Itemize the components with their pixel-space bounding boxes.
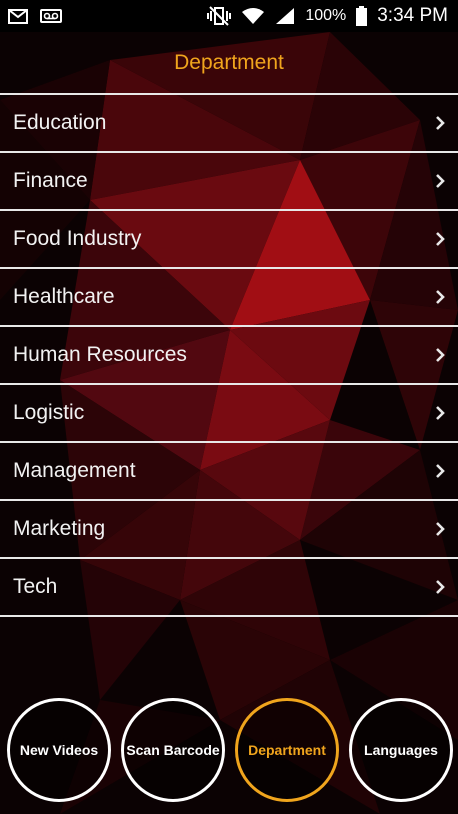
bottom-nav: New Videos Scan Barcode Department Langu… — [0, 695, 458, 809]
scan-barcode-button[interactable]: Scan Barcode — [121, 698, 225, 802]
nav-label: New Videos — [19, 742, 99, 758]
department-label: Management — [13, 459, 136, 482]
chevron-right-icon — [436, 464, 445, 478]
nav-label: Department — [248, 742, 326, 758]
chevron-right-icon — [436, 290, 445, 304]
header: Department — [0, 32, 458, 93]
department-label: Human Resources — [13, 343, 187, 366]
screen: 100% 3:34 PM Department Education Financ… — [0, 0, 458, 814]
chevron-right-icon — [436, 580, 445, 594]
chevron-right-icon — [436, 406, 445, 420]
department-label: Logistic — [13, 401, 85, 424]
mail-icon — [8, 8, 28, 24]
department-item-management[interactable]: Management — [0, 443, 458, 501]
department-item-marketing[interactable]: Marketing — [0, 501, 458, 559]
nav-label: Languages — [364, 742, 438, 758]
department-list: Education Finance Food Industry Healthca… — [0, 93, 458, 617]
battery-percentage: 100% — [305, 7, 347, 24]
chevron-right-icon — [436, 522, 445, 536]
department-label: Marketing — [13, 517, 106, 540]
new-videos-button[interactable]: New Videos — [7, 698, 111, 802]
battery-icon — [356, 6, 368, 26]
department-button[interactable]: Department — [235, 698, 339, 802]
department-item-logistic[interactable]: Logistic — [0, 385, 458, 443]
cell-signal-icon — [275, 7, 295, 25]
department-item-human-resources[interactable]: Human Resources — [0, 327, 458, 385]
department-label: Healthcare — [13, 285, 115, 308]
voicemail-icon — [40, 9, 62, 23]
department-item-healthcare[interactable]: Healthcare — [0, 269, 458, 327]
clock: 3:34 PM — [377, 5, 448, 26]
chevron-right-icon — [436, 174, 445, 188]
page-title: Department — [174, 50, 284, 74]
department-item-finance[interactable]: Finance — [0, 153, 458, 211]
department-label: Food Industry — [13, 227, 142, 250]
vibrate-icon — [207, 6, 232, 26]
department-item-education[interactable]: Education — [0, 95, 458, 153]
department-label: Tech — [13, 575, 58, 598]
department-label: Education — [13, 111, 107, 134]
department-item-food-industry[interactable]: Food Industry — [0, 211, 458, 269]
wifi-icon — [241, 7, 265, 25]
status-bar: 100% 3:34 PM — [0, 0, 458, 32]
chevron-right-icon — [436, 348, 445, 362]
languages-button[interactable]: Languages — [349, 698, 453, 802]
department-item-tech[interactable]: Tech — [0, 559, 458, 617]
nav-label: Scan Barcode — [126, 742, 220, 758]
chevron-right-icon — [436, 116, 445, 130]
chevron-right-icon — [436, 232, 445, 246]
department-label: Finance — [13, 169, 88, 192]
